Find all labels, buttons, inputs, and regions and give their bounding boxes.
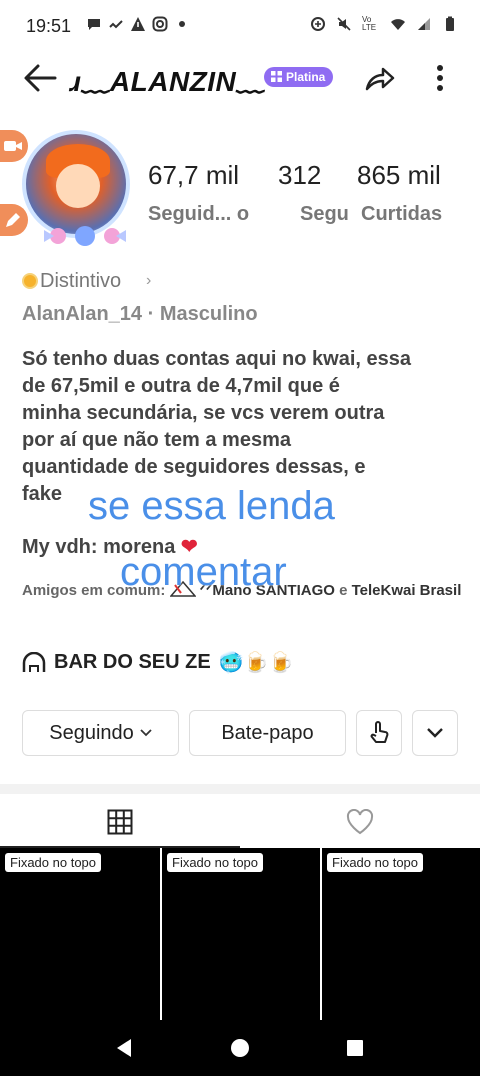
hand-pointer-icon [370, 721, 389, 743]
following-button-label: Seguindo [49, 721, 134, 744]
following-label[interactable]: Segu [300, 203, 349, 226]
battery-icon [446, 16, 454, 31]
system-icons: Vo LTE [310, 16, 458, 32]
pinned-label: Fixado no topo [327, 853, 424, 872]
wifi-icon [391, 19, 405, 30]
profile-name: ɹ﹏ALANZIN﹏ [70, 66, 265, 97]
nav-recents-icon[interactable] [346, 1039, 364, 1057]
followers-count[interactable]: 67,7 mil [148, 160, 239, 191]
video-thumbnail[interactable]: Fixado no topo [160, 848, 321, 1020]
chat-button-label: Bate-papo [221, 721, 314, 744]
bio-line: minha secundária, se vcs verem outra [22, 402, 385, 424]
share-button[interactable] [358, 56, 402, 100]
chevron-right-icon: › [146, 272, 152, 289]
warning-icon [131, 17, 145, 31]
video-thumbnail[interactable]: Fixado no topo [0, 848, 159, 1020]
likes-count: 865 mil [357, 160, 441, 190]
signal-icon [418, 18, 430, 30]
arrow-left-icon [24, 64, 57, 92]
nav-back-icon[interactable] [115, 1038, 133, 1058]
following-count[interactable]: 312 [278, 160, 321, 191]
location-line: BAR DO SEU ZE 🥶🍺🍺 [22, 650, 293, 675]
friend-2[interactable]: TeleKwai Brasil [352, 582, 462, 599]
expand-button[interactable] [412, 710, 458, 756]
distintivo-link[interactable]: Distintivo [40, 270, 121, 293]
platina-badge[interactable]: Platina [264, 67, 334, 87]
shop-tent-icon [22, 651, 46, 672]
notification-icons [86, 16, 190, 32]
section-divider [0, 784, 480, 794]
floating-edit-tab[interactable] [0, 204, 28, 236]
back-button[interactable] [18, 56, 62, 100]
bio-line: por aí que não tem a mesma [22, 429, 291, 451]
share-arrow-icon [365, 67, 395, 91]
likes-label: Curtidas [361, 203, 443, 225]
poke-button[interactable] [356, 710, 402, 756]
video-grid: Fixado no topo Fixado no topo Fixado no … [0, 848, 480, 1020]
video-camera-icon [4, 141, 22, 151]
bio-line: de 67,5mil e outra de 4,7mil que é [22, 375, 340, 397]
bio-line: Só tenho duas contas aqui no kwai, essa [22, 348, 411, 370]
friends-and: e [339, 582, 348, 599]
floating-camera-tab[interactable] [0, 130, 28, 162]
dot-icon [179, 21, 185, 27]
pencil-icon [6, 213, 20, 227]
overlay-caption-line-2: comentar [120, 550, 287, 594]
bio-line: quantidade de seguidores dessas, e [22, 456, 366, 478]
badge-coin-icon [22, 273, 38, 289]
data-saver-icon [311, 17, 325, 31]
video-thumbnail[interactable]: Fixado no topo [320, 848, 480, 1020]
heart-outline-icon [346, 809, 374, 835]
tab-videos[interactable] [0, 796, 240, 848]
tab-liked[interactable] [240, 796, 480, 848]
avatar-frame-decoration [44, 226, 126, 246]
chat-bubble-icon [88, 19, 100, 30]
status-bar: 19:51 Vo LTE [0, 0, 480, 52]
chevron-down-icon [140, 729, 152, 737]
location-emojis: 🥶🍺🍺 [218, 652, 294, 674]
status-time: 19:51 [26, 16, 72, 36]
instagram-icon [152, 16, 168, 32]
pinned-label: Fixado no topo [167, 853, 264, 872]
more-options-button[interactable] [420, 56, 460, 100]
more-vertical-icon [437, 65, 443, 91]
followers-label[interactable]: Seguid... o [148, 203, 249, 226]
badge-icon [271, 71, 282, 82]
grid-icon [107, 809, 133, 835]
overlay-caption-line-1: se essa lenda [88, 484, 335, 528]
system-nav-bar [0, 1020, 480, 1076]
chevron-down-icon [427, 728, 443, 738]
missed-call-icon [109, 20, 123, 29]
network-label: Vo LTE [362, 15, 377, 32]
mute-icon [337, 17, 351, 31]
avatar-face [56, 164, 100, 208]
badge-label: Platina [286, 70, 326, 84]
profile-avatar[interactable] [22, 130, 130, 238]
chat-button[interactable]: Bate-papo [189, 710, 346, 756]
user-meta: AlanAlan_14 · Masculino [22, 303, 258, 325]
following-button[interactable]: Seguindo [22, 710, 179, 756]
location-text: BAR DO SEU ZE [54, 651, 211, 673]
pinned-label: Fixado no topo [5, 853, 102, 872]
nav-home-icon[interactable] [230, 1038, 250, 1058]
